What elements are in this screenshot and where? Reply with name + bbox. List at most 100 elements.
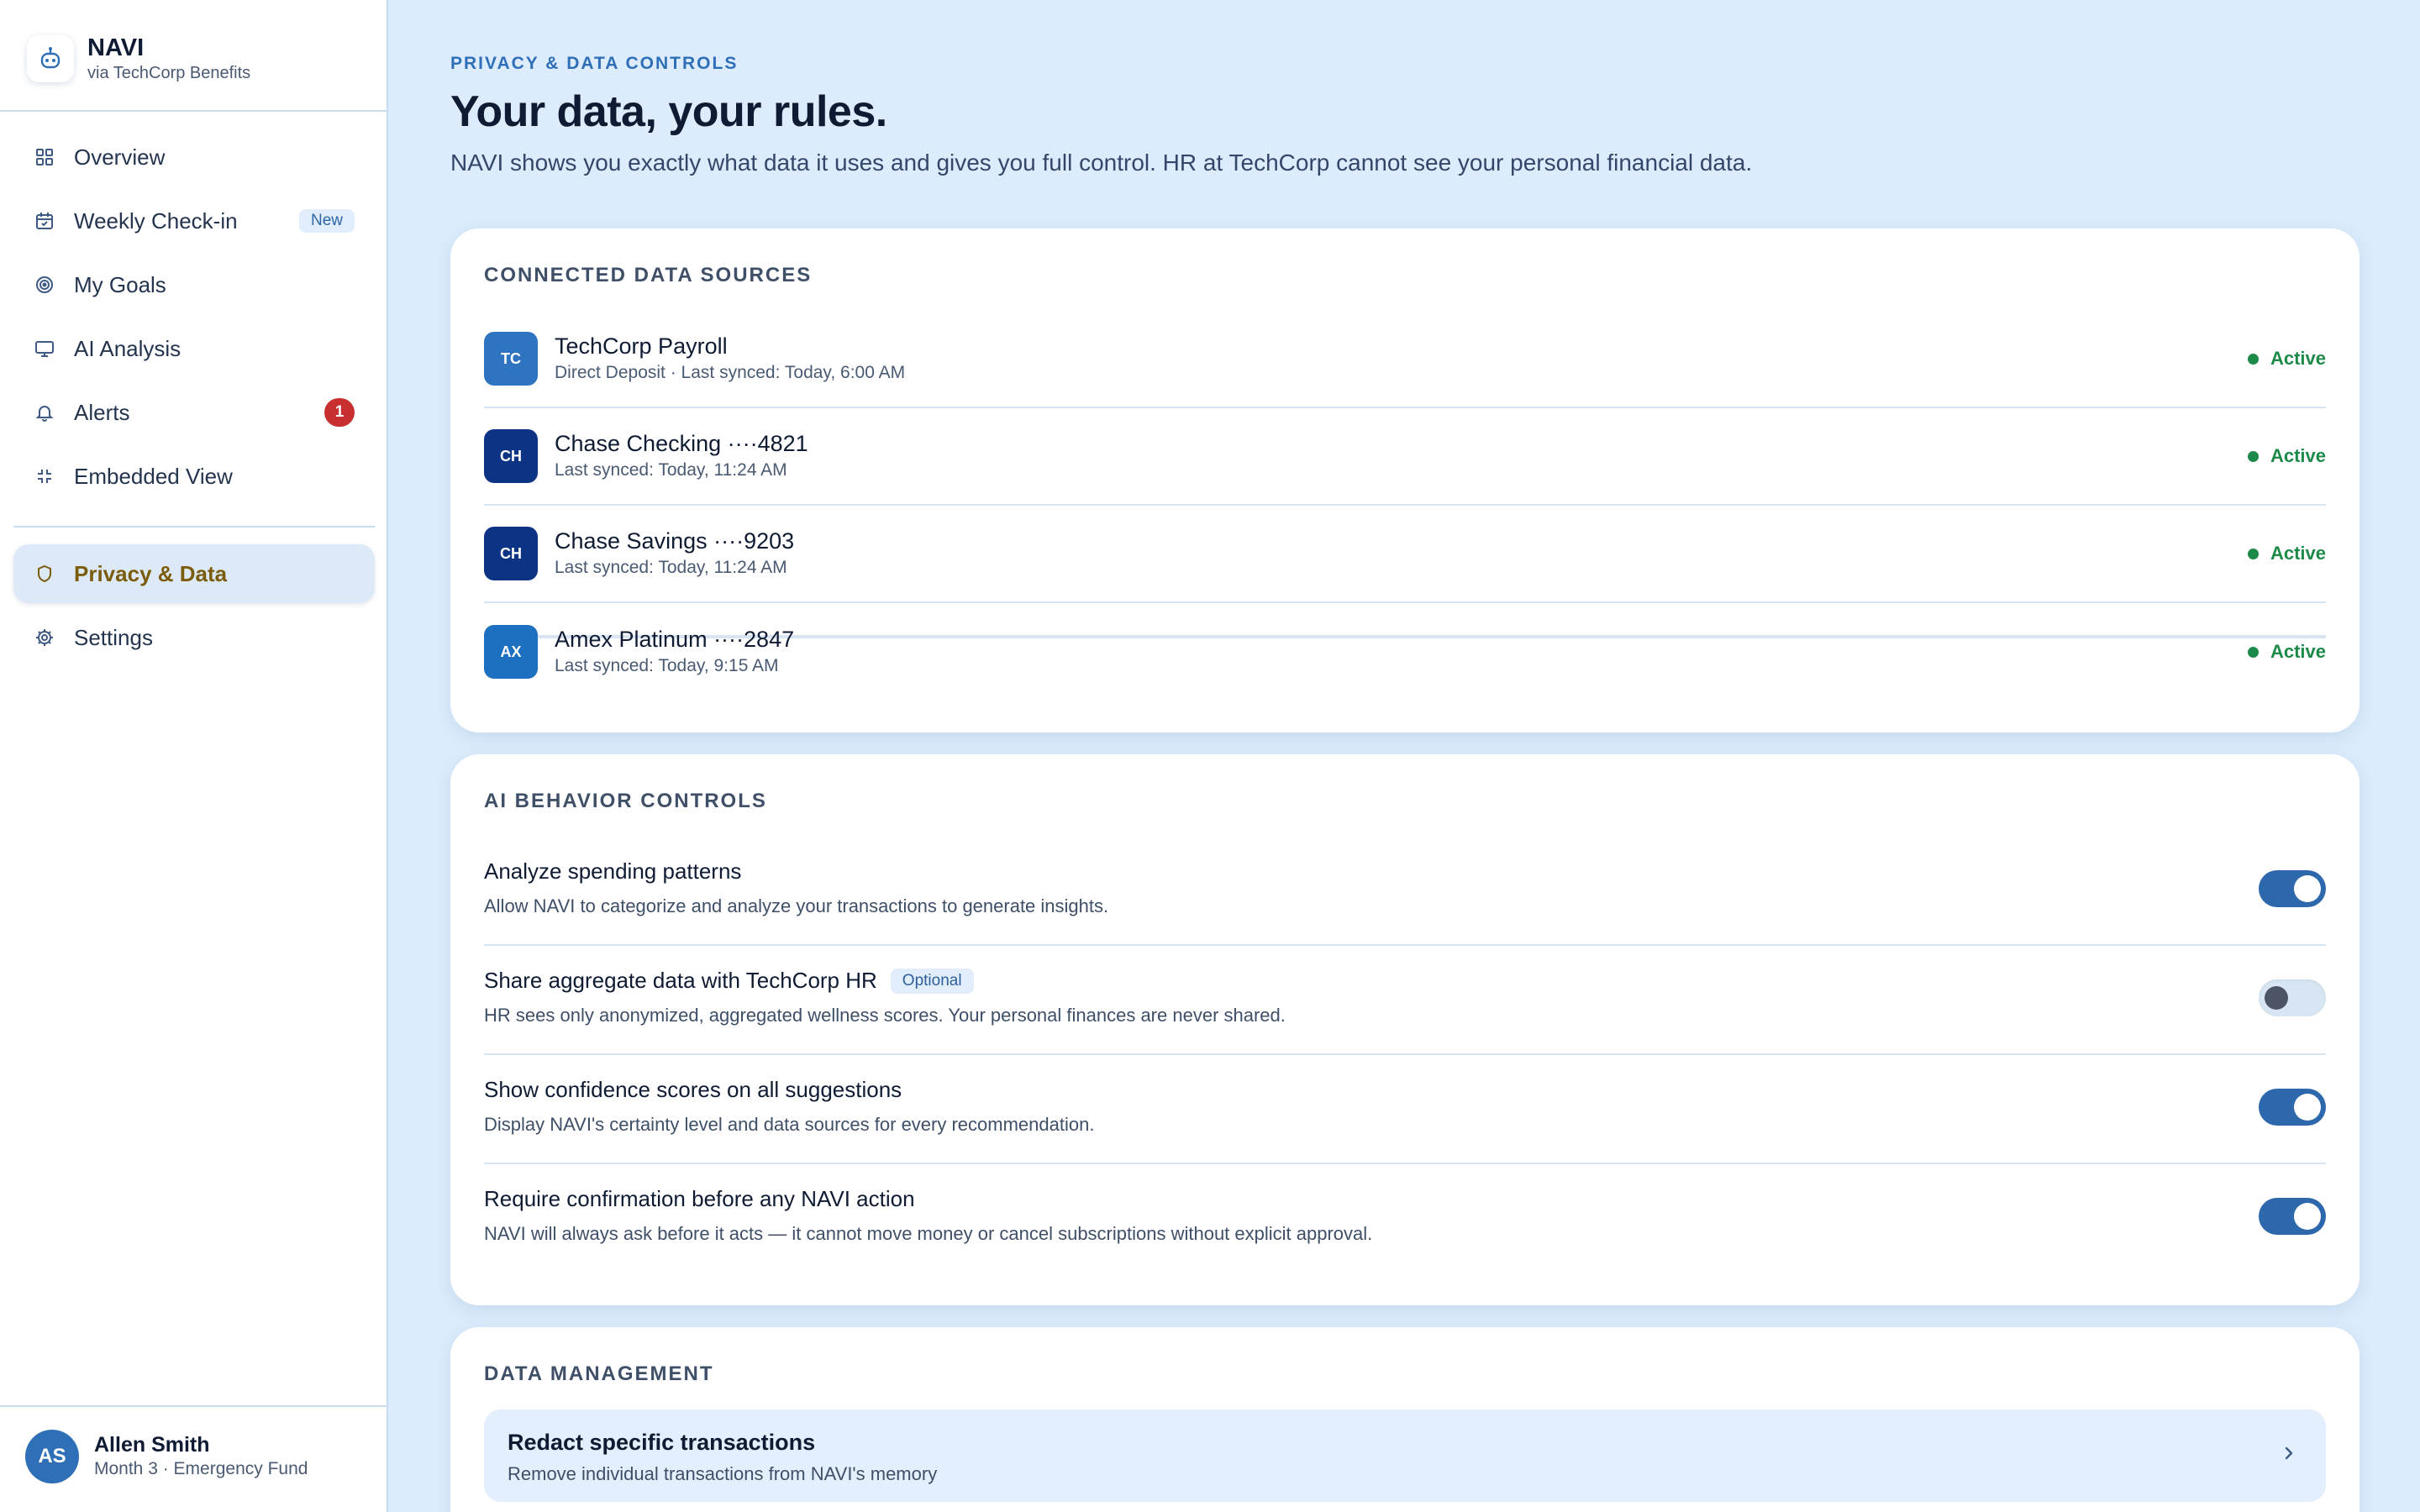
control-name-wrap: Share aggregate data with TechCorp HR Op… [484, 968, 974, 994]
brand[interactable]: NAVI via TechCorp Benefits [27, 34, 250, 84]
data-management-card: DATA MANAGEMENT Redact specific transact… [450, 1327, 2360, 1512]
source-row-amex-platinum[interactable]: AX Amex Platinum ····2847 Last synced: T… [484, 603, 2326, 701]
secondary-nav: Privacy & Data Settings [13, 544, 375, 672]
source-sync-info: Last synced: Today, 11:24 AM [555, 460, 787, 480]
chevron-right-icon [2281, 1441, 2297, 1469]
toggle-knob [2294, 875, 2321, 902]
control-name: Show confidence scores on all suggestion… [484, 1077, 902, 1102]
redact-transactions-item[interactable]: Redact specific transactions Remove indi… [484, 1410, 2326, 1502]
source-sync-info: Last synced: Today, 9:15 AM [555, 656, 779, 675]
control-row-confidence-scores: Show confidence scores on all suggestion… [484, 1055, 2326, 1164]
bell-icon [34, 402, 55, 423]
alert-count-badge: 1 [324, 398, 355, 427]
sidebar: NAVI via TechCorp Benefits Overview Week… [0, 0, 388, 1512]
avatar: AS [25, 1430, 79, 1483]
nav-item-overview[interactable]: Overview [13, 128, 375, 186]
source-name: TechCorp Payroll [555, 333, 728, 359]
page-title: Your data, your rules. [450, 87, 887, 136]
control-name: Share aggregate data with TechCorp HR [484, 968, 877, 993]
control-name-wrap: Analyze spending patterns [484, 858, 741, 885]
control-row-require-confirmation: Require confirmation before any NAVI act… [484, 1164, 2326, 1273]
status-dot-icon [2247, 548, 2259, 559]
divider [0, 1405, 388, 1407]
section-title: CONNECTED DATA SOURCES [484, 264, 813, 286]
source-row-chase-checking[interactable]: CH Chase Checking ····4821 Last synced: … [484, 408, 2326, 506]
control-description: Allow NAVI to categorize and analyze you… [484, 895, 1109, 916]
status-text: Active [2270, 543, 2326, 564]
source-logo: AX [484, 625, 538, 679]
nav-label: My Goals [74, 271, 166, 297]
nav-item-embedded-view[interactable]: Embedded View [13, 447, 375, 506]
control-description: HR sees only anonymized, aggregated well… [484, 1005, 1286, 1026]
source-row-chase-savings[interactable]: CH Chase Savings ····9203 Last synced: T… [484, 506, 2326, 603]
source-logo: TC [484, 332, 538, 386]
page-eyebrow: PRIVACY & DATA CONTROLS [450, 54, 739, 73]
status-badge: Active [2247, 348, 2326, 370]
control-description: NAVI will always ask before it acts — it… [484, 1223, 1373, 1244]
user-subtitle: Month 3 · Emergency Fund [94, 1459, 308, 1478]
control-name-wrap: Show confidence scores on all suggestion… [484, 1077, 902, 1103]
user-name: Allen Smith [94, 1433, 210, 1457]
require-confirmation-toggle[interactable] [2259, 1198, 2326, 1235]
divider [0, 110, 388, 112]
nav-item-settings[interactable]: Settings [13, 608, 375, 667]
main-nav: Overview Weekly Check-in New My Goals AI… [13, 128, 375, 511]
nav-label: Alerts [74, 399, 130, 425]
divider [13, 526, 375, 528]
source-row-techcorp-payroll[interactable]: TC TechCorp Payroll Direct Deposit · Las… [484, 311, 2326, 408]
ai-behavior-controls-card: AI BEHAVIOR CONTROLS Analyze spending pa… [450, 754, 2360, 1305]
nav-label: Privacy & Data [74, 560, 228, 586]
source-name: Chase Checking ····4821 [555, 431, 808, 456]
control-name: Require confirmation before any NAVI act… [484, 1186, 915, 1211]
status-dot-icon [2247, 646, 2259, 658]
nav-label: Embedded View [74, 463, 233, 489]
gear-icon [34, 627, 55, 648]
share-aggregate-toggle[interactable] [2259, 979, 2326, 1016]
status-text: Active [2270, 445, 2326, 466]
status-text: Active [2270, 641, 2326, 662]
nav-item-alerts[interactable]: Alerts 1 [13, 383, 375, 442]
shield-icon [34, 563, 55, 585]
control-row-share-aggregate: Share aggregate data with TechCorp HR Op… [484, 946, 2326, 1055]
brand-subtitle: via TechCorp Benefits [87, 64, 251, 82]
data-item-name: Redact specific transactions [508, 1430, 816, 1455]
nav-item-my-goals[interactable]: My Goals [13, 255, 375, 314]
target-icon [34, 274, 55, 296]
toggle-knob [2265, 986, 2288, 1010]
source-logo: CH [484, 527, 538, 580]
robot-icon [27, 35, 74, 82]
confidence-scores-toggle[interactable] [2259, 1089, 2326, 1126]
control-description: Display NAVI's certainty level and data … [484, 1114, 1095, 1135]
user-profile[interactable]: AS Allen Smith Month 3 · Emergency Fund [25, 1430, 308, 1483]
control-row-analyze-spending: Analyze spending patterns Allow NAVI to … [484, 837, 2326, 946]
control-name-wrap: Require confirmation before any NAVI act… [484, 1186, 915, 1212]
source-name: Amex Platinum ····2847 [555, 627, 795, 652]
status-dot-icon [2247, 450, 2259, 462]
status-dot-icon [2247, 353, 2259, 365]
source-name: Chase Savings ····9203 [555, 528, 795, 554]
source-sync-info: Direct Deposit · Last synced: Today, 6:0… [555, 363, 906, 382]
nav-item-weekly-check-in[interactable]: Weekly Check-in New [13, 192, 375, 250]
nav-label: Weekly Check-in [74, 207, 238, 234]
nav-label: Overview [74, 144, 166, 170]
nav-label: AI Analysis [74, 335, 182, 361]
toggle-knob [2294, 1094, 2321, 1121]
data-item-description: Remove individual transactions from NAVI… [508, 1463, 938, 1484]
optional-badge: Optional [890, 968, 974, 994]
nav-label: Settings [74, 624, 153, 650]
analyze-spending-toggle[interactable] [2259, 870, 2326, 907]
status-text: Active [2270, 348, 2326, 369]
embed-icon [34, 465, 55, 487]
section-title: DATA MANAGEMENT [484, 1362, 714, 1385]
new-badge: New [298, 209, 355, 233]
grid-icon [34, 146, 55, 168]
status-badge: Active [2247, 641, 2326, 663]
calendar-icon [34, 210, 55, 232]
nav-item-ai-analysis[interactable]: AI Analysis [13, 319, 375, 378]
source-sync-info: Last synced: Today, 11:24 AM [555, 558, 787, 577]
toggle-knob [2294, 1203, 2321, 1230]
brand-name: NAVI [87, 34, 145, 61]
nav-item-privacy-data[interactable]: Privacy & Data [13, 544, 375, 603]
monitor-icon [34, 338, 55, 360]
status-badge: Active [2247, 543, 2326, 564]
